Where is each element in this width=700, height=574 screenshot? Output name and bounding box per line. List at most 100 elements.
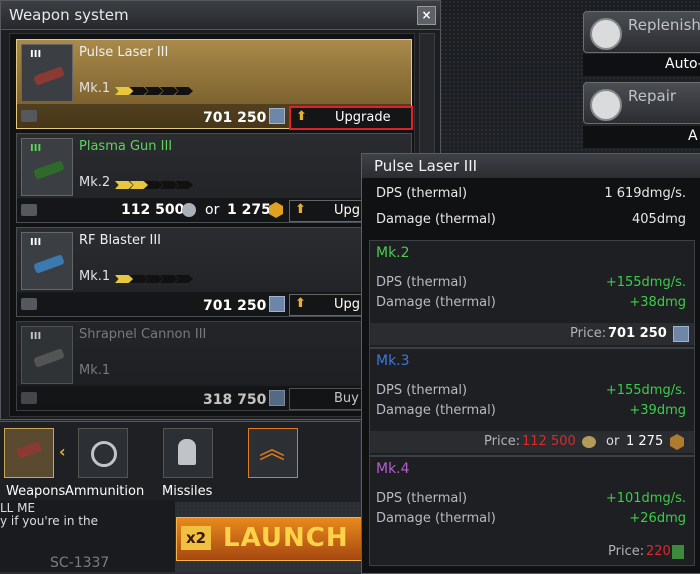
view-icon[interactable] <box>21 392 37 404</box>
stat-label: Damage (thermal) <box>376 212 496 227</box>
tab-missiles[interactable] <box>163 428 213 478</box>
price: 318 750 <box>203 390 286 408</box>
level-price: Price: 112 500 or 1 275 <box>370 431 694 453</box>
item-footer: 701 250 ⬆ Upgrade <box>17 104 413 130</box>
auto-repair-toggle[interactable]: A <box>583 126 700 148</box>
price-red: 112 500 <box>522 434 576 449</box>
view-icon[interactable] <box>21 298 37 310</box>
view-icon[interactable] <box>21 110 37 122</box>
tier-badge: III <box>30 331 42 342</box>
close-button[interactable]: × <box>417 6 436 25</box>
level-price: Price: 701 250 <box>370 323 694 345</box>
weapon-item-pulse-laser[interactable]: III Pulse Laser III Mk.1 701 250 ⬆ Upgra… <box>16 39 413 130</box>
replenish-label: Replenish <box>628 16 700 34</box>
tab-ammunition[interactable] <box>78 428 128 478</box>
stat-label: DPS (thermal) <box>376 275 468 290</box>
credits-icon <box>269 390 286 406</box>
stat-delta: +155dmg/s. <box>605 383 686 398</box>
upgrade-label: Upgrade <box>335 110 391 125</box>
upgrade-button[interactable]: ⬆ Upgrade <box>289 106 413 130</box>
level-mk3: Mk.3 DPS (thermal) +155dmg/s. Damage (th… <box>369 348 695 456</box>
rank-chevrons-icon: ︽ <box>259 435 286 465</box>
price: 701 250 <box>203 108 286 126</box>
weapon-thumbnail: III <box>21 138 73 196</box>
item-footer: 701 250 ⬆ Upgr <box>17 292 411 316</box>
or-label: or <box>205 202 220 218</box>
tab-missiles-label: Missiles <box>162 484 213 499</box>
cannon-icon <box>33 348 65 368</box>
tab-ammunition-label: Ammunition <box>65 484 145 499</box>
stat-delta: +26dmg <box>629 511 686 526</box>
weapon-item-shrapnel-cannon[interactable]: III Shrapnel Cannon III Mk.1 318 750 Buy <box>16 321 412 411</box>
or-label: or <box>606 434 620 449</box>
price-label: Price: <box>484 434 521 449</box>
chat-line: y if you're in the <box>0 514 98 528</box>
weapon-tooltip: Pulse Laser III DPS (thermal) 1 619dmg/s… <box>361 153 700 574</box>
repair-label: Repair <box>628 87 677 105</box>
price-alt: 1 275 <box>626 434 664 449</box>
chevron-left-icon[interactable]: ‹ <box>59 442 66 461</box>
laser-gun-icon <box>16 441 42 459</box>
auto-replenish-toggle[interactable]: Auto- <box>583 54 700 76</box>
medal-icon <box>582 436 596 448</box>
view-icon[interactable] <box>21 204 37 216</box>
missile-icon <box>178 439 196 465</box>
gold-icon <box>670 434 684 450</box>
tooltip-title: Pulse Laser III <box>374 157 478 175</box>
stat-label: Damage (thermal) <box>376 403 496 418</box>
level-title: Mk.2 <box>376 245 410 261</box>
upgrade-level-bar <box>115 272 205 283</box>
level-title: Mk.4 <box>376 461 410 477</box>
upgrade-level-bar <box>115 178 205 189</box>
chat-line: LL ME <box>0 501 36 515</box>
stat-value: 1 619dmg/s. <box>604 186 686 201</box>
tab-weapons[interactable] <box>4 428 54 478</box>
arrow-up-icon: ⬆ <box>295 296 306 311</box>
tooltip-header: Pulse Laser III <box>362 154 700 178</box>
price-red: 220 <box>646 544 671 559</box>
ship-callsign: SC-1337 <box>50 555 110 571</box>
arrow-up-icon: ⬆ <box>295 202 306 217</box>
weapon-mk: Mk.1 <box>79 81 111 96</box>
weapon-list: III Pulse Laser III Mk.1 701 250 ⬆ Upgra… <box>9 33 415 417</box>
launch-button[interactable]: x2 LAUNCH <box>176 517 362 561</box>
price-label: Price: <box>608 544 645 559</box>
price: 701 250 <box>203 296 286 314</box>
credits-icon <box>673 326 689 342</box>
plasma-gun-icon <box>33 160 65 180</box>
weapon-mk: Mk.2 <box>79 175 111 190</box>
repair-button[interactable]: Repair <box>583 82 700 124</box>
weapon-thumbnail: III <box>21 44 73 102</box>
item-footer: 318 750 Buy <box>17 386 411 410</box>
level-segment <box>115 275 133 283</box>
replenish-button[interactable]: Replenish <box>583 11 700 53</box>
upgrade-level-bar <box>115 84 205 95</box>
price-label: Price: <box>570 326 607 341</box>
laser-gun-icon <box>33 66 65 86</box>
weapon-mk: Mk.1 <box>79 269 111 284</box>
launch-label: LAUNCH <box>223 523 349 553</box>
tab-weapons-label: Weapons <box>6 484 66 499</box>
level-segment <box>115 87 133 95</box>
auto-label: Auto- <box>665 56 700 72</box>
blaster-icon <box>33 254 65 274</box>
stat-label: DPS (thermal) <box>376 186 468 201</box>
buy-label: Buy <box>334 391 359 406</box>
stat-damage: Damage (thermal) 405dmg <box>376 212 686 227</box>
category-tabs: ‹ ︽ Weapons Ammunition Missiles <box>0 421 360 502</box>
weapon-item-plasma-gun[interactable]: III Plasma Gun III Mk.2 112 500 or 1 275… <box>16 133 412 223</box>
credits-icon <box>269 296 286 312</box>
stat-dps: DPS (thermal) 1 619dmg/s. <box>376 186 686 201</box>
window-titlebar[interactable]: Weapon system × <box>1 1 440 30</box>
weapon-name: Plasma Gun III <box>79 139 173 154</box>
wrench-icon <box>590 89 622 121</box>
stat-delta: +39dmg <box>629 403 686 418</box>
weapon-name: RF Blaster III <box>79 233 161 248</box>
level-title: Mk.3 <box>376 353 410 369</box>
tab-upgrades[interactable]: ︽ <box>248 428 298 478</box>
credits-icon <box>269 108 286 124</box>
weapon-item-rf-blaster[interactable]: III RF Blaster III Mk.1 701 250 ⬆ Upgr <box>16 227 412 317</box>
tier-badge: III <box>30 237 42 248</box>
tier-badge: III <box>30 49 42 60</box>
auto-repair-label: A <box>688 128 698 144</box>
